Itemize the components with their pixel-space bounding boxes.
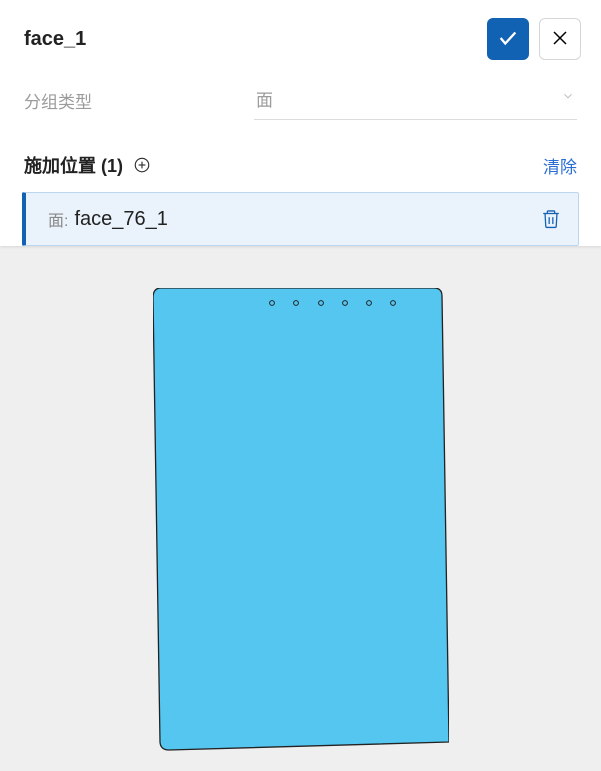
chevron-down-icon (561, 89, 575, 108)
location-title: 施加位置 (1) (24, 152, 123, 178)
add-icon[interactable] (133, 156, 151, 174)
close-icon (551, 29, 569, 50)
item-type-label: 面: (48, 207, 68, 231)
selected-face[interactable] (153, 288, 449, 752)
trash-icon[interactable] (540, 208, 562, 230)
close-button[interactable] (539, 18, 581, 60)
group-type-row: 分组类型 面 (0, 74, 601, 130)
panel-header: face_1 (0, 0, 601, 74)
property-panel: face_1 分组类型 面 施加位置 (1) 清除 (0, 0, 601, 246)
clear-link[interactable]: 清除 (543, 153, 577, 178)
location-header: 施加位置 (1) 清除 (0, 130, 601, 192)
group-type-label: 分组类型 (24, 88, 254, 113)
model-viewport[interactable] (0, 264, 601, 752)
group-type-select[interactable]: 面 (254, 80, 577, 120)
check-icon (497, 27, 519, 52)
group-type-value: 面 (256, 86, 561, 111)
item-name: face_76_1 (74, 208, 540, 231)
location-item[interactable]: 面: face_76_1 (22, 192, 579, 246)
confirm-button[interactable] (487, 18, 529, 60)
panel-title: face_1 (24, 28, 487, 51)
